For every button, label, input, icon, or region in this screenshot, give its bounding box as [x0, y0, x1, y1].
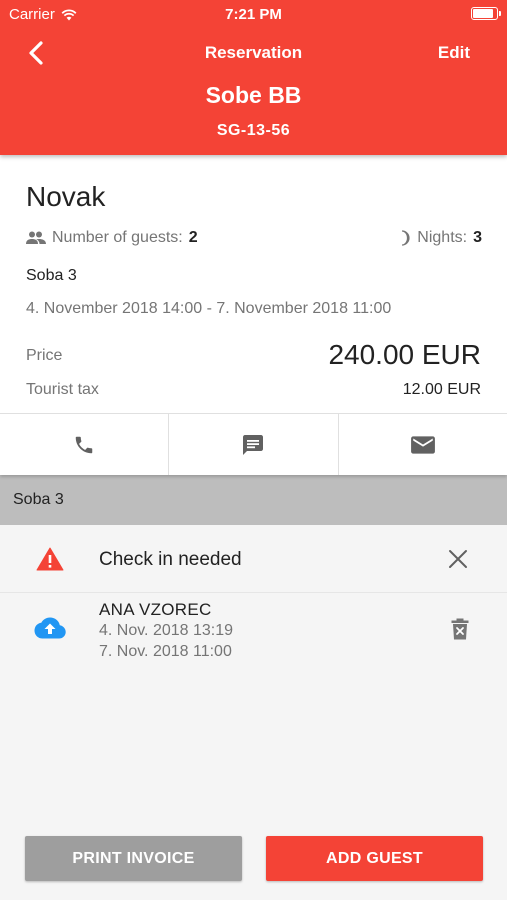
print-invoice-button[interactable]: PRINT INVOICE — [25, 836, 242, 881]
edit-button[interactable]: Edit — [438, 43, 470, 63]
nights-label: Nights: — [417, 229, 468, 246]
nights-value: 3 — [473, 229, 482, 246]
guests-count: Number of guests: 2 — [26, 229, 198, 247]
warning-icon — [36, 547, 64, 571]
cloud-upload-icon — [34, 617, 66, 639]
delete-guest-button[interactable] — [451, 618, 469, 645]
nights-count: Nights: 3 — [399, 229, 482, 247]
battery-icon — [471, 7, 501, 20]
property-code: SG-13-56 — [216, 122, 291, 139]
price-label: Price — [26, 347, 63, 364]
moon-icon — [402, 230, 410, 246]
status-bar: Carrier 7:21 PM — [0, 0, 507, 28]
room-section-header: Soba 3 — [0, 475, 507, 525]
people-icon — [26, 231, 46, 244]
mail-icon — [410, 435, 435, 454]
guest-name: Novak — [26, 181, 106, 212]
status-time: 7:21 PM — [225, 6, 282, 23]
phone-icon — [75, 436, 93, 453]
message-icon — [243, 434, 264, 455]
price-value: 240.00 EUR — [328, 339, 481, 370]
property-name: Sobe BB — [205, 82, 302, 108]
list-item[interactable]: ANA VZOREC 4. Nov. 2018 13:19 7. Nov. 20… — [0, 593, 507, 673]
guest-list-name: ANA VZOREC — [99, 600, 212, 619]
tourist-tax-value: 12.00 EUR — [402, 381, 481, 398]
call-button[interactable] — [0, 414, 170, 475]
guest-check-in: 4. Nov. 2018 13:19 — [99, 622, 234, 639]
reservation-card: Novak Number of guests: 2 Nights: 3 Soba… — [0, 155, 507, 475]
reservation-dates: 4. November 2018 14:00 - 7. November 201… — [26, 300, 392, 317]
message-button[interactable] — [169, 414, 339, 475]
guest-check-out: 7. Nov. 2018 11:00 — [99, 643, 232, 660]
nav-title: Reservation — [204, 43, 303, 62]
check-in-notice: Check in needed — [0, 525, 507, 593]
room-name: Soba 3 — [26, 267, 77, 284]
add-guest-button[interactable]: ADD GUEST — [266, 836, 483, 881]
trash-icon — [451, 618, 469, 640]
guests-value: 2 — [188, 229, 198, 246]
notice-text: Check in needed — [99, 549, 242, 570]
contact-actions — [0, 413, 507, 475]
email-button[interactable] — [339, 414, 507, 475]
close-icon — [449, 550, 467, 568]
dismiss-notice-button[interactable] — [447, 548, 469, 575]
tourist-tax-label: Tourist tax — [26, 381, 99, 398]
header: Carrier 7:21 PM Reservation Edit Sobe BB… — [0, 0, 507, 155]
reservation-info-row: Number of guests: 2 Nights: 3 — [26, 227, 482, 251]
battery-level — [473, 9, 493, 18]
guests-label: Number of guests: — [52, 229, 183, 246]
